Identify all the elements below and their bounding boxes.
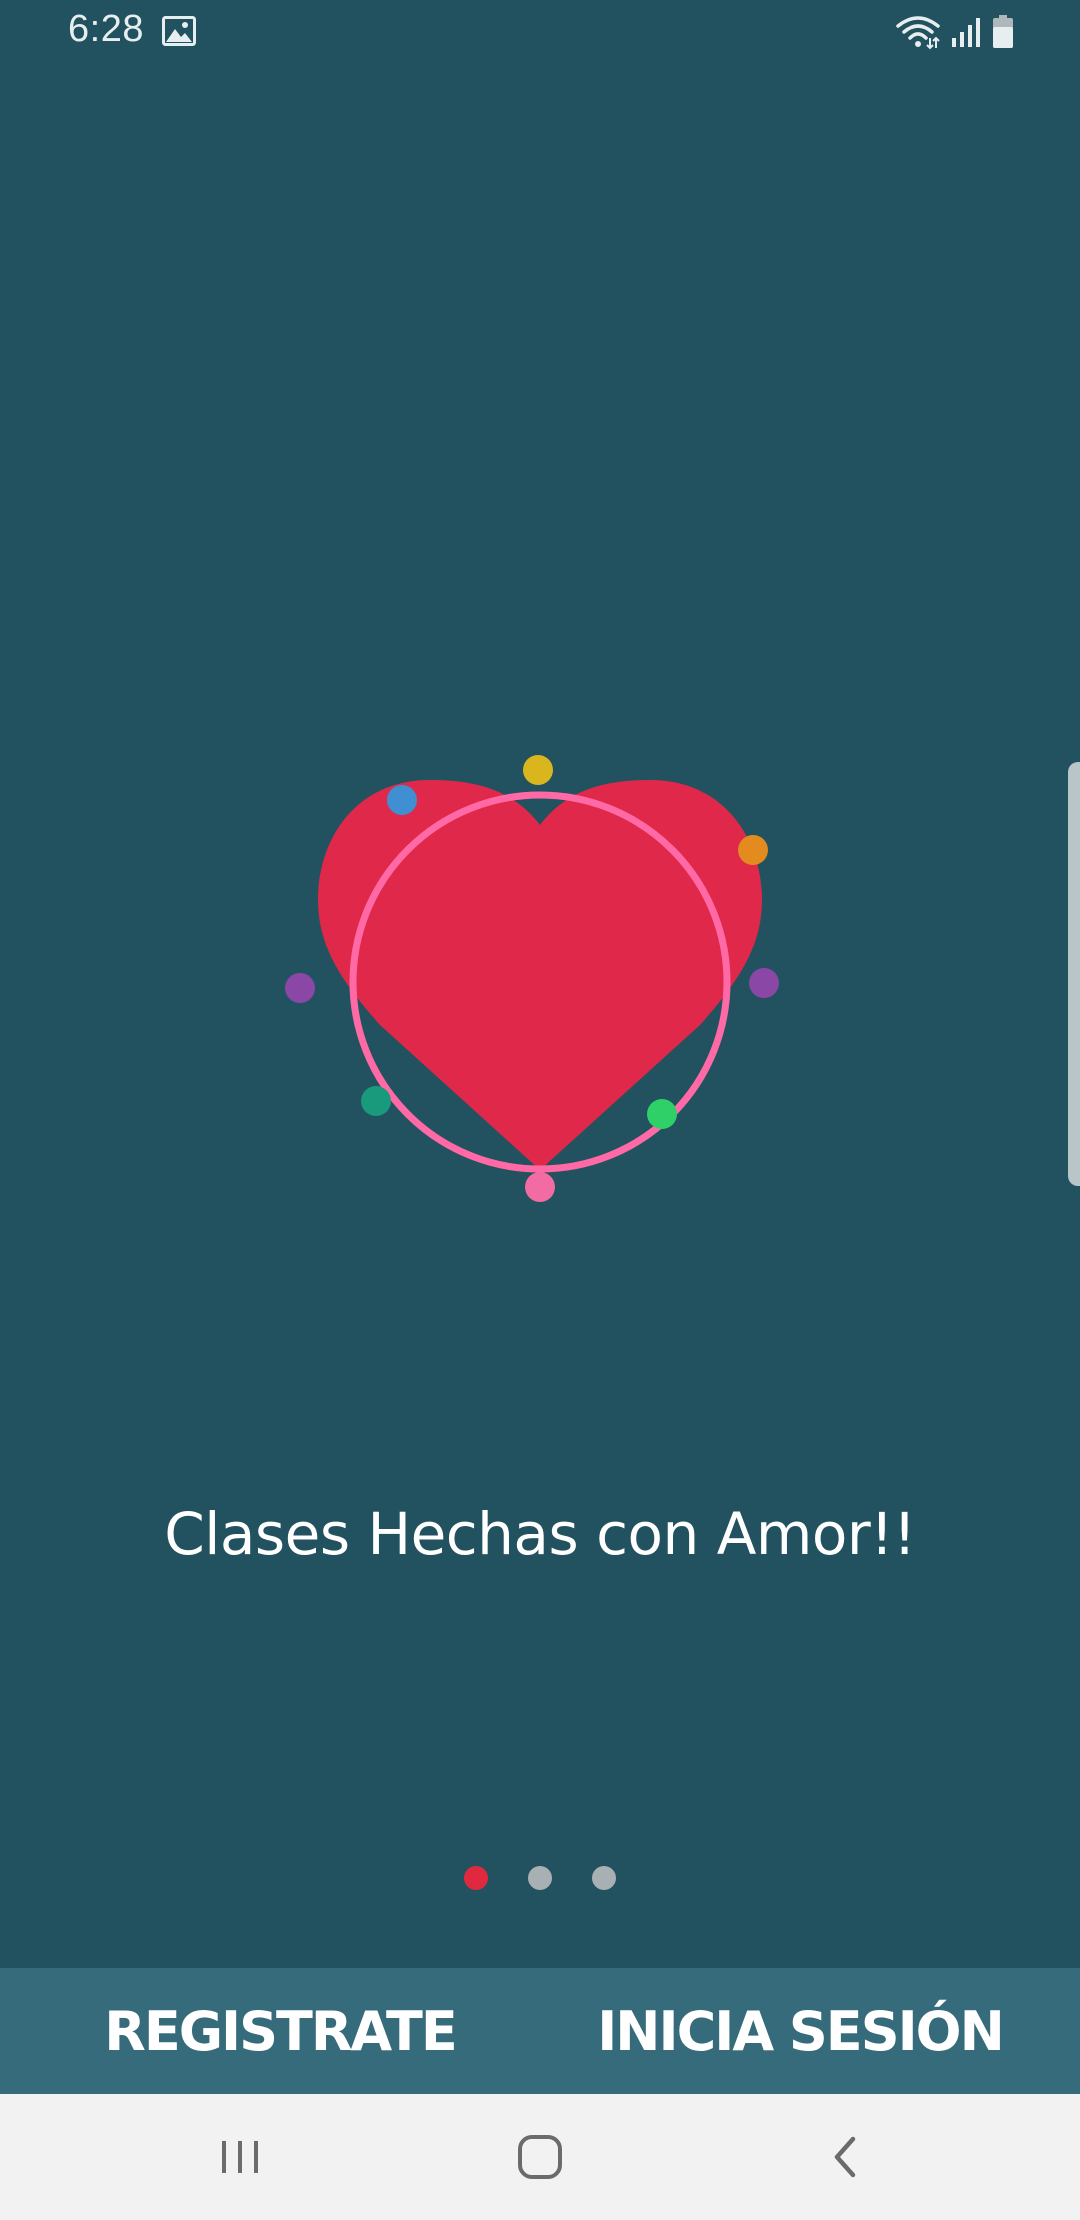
edge-panel-handle[interactable] (1068, 762, 1080, 1186)
page-dot-2[interactable] (528, 1866, 552, 1890)
battery-icon (993, 15, 1013, 48)
register-button[interactable]: REGISTRATE (0, 1968, 540, 2094)
status-bar: 6:28 (0, 0, 1080, 64)
recents-icon[interactable] (160, 2094, 320, 2220)
page-dot-1[interactable] (464, 1866, 488, 1890)
wifi-icon (896, 16, 940, 50)
page-indicator (0, 1866, 1080, 1892)
status-icons (896, 14, 1014, 50)
back-icon[interactable] (765, 2094, 925, 2220)
image-icon (162, 16, 196, 46)
signal-icon (952, 18, 980, 47)
page-dot-3[interactable] (592, 1866, 616, 1890)
heart-icon (285, 755, 779, 1202)
onboarding-tagline: Clases Hechas con Amor!! (164, 1500, 916, 1568)
auth-action-bar: REGISTRATE INICIA SESIÓN (0, 1968, 1080, 2094)
login-button[interactable]: INICIA SESIÓN (540, 1968, 1080, 2094)
home-icon[interactable] (460, 2094, 620, 2220)
onboarding-screen: 6:28 Clases Hechas con Amor!! REGISTRATE… (0, 0, 1080, 2220)
system-nav-bar (0, 2094, 1080, 2220)
status-time: 6:28 (68, 8, 144, 50)
